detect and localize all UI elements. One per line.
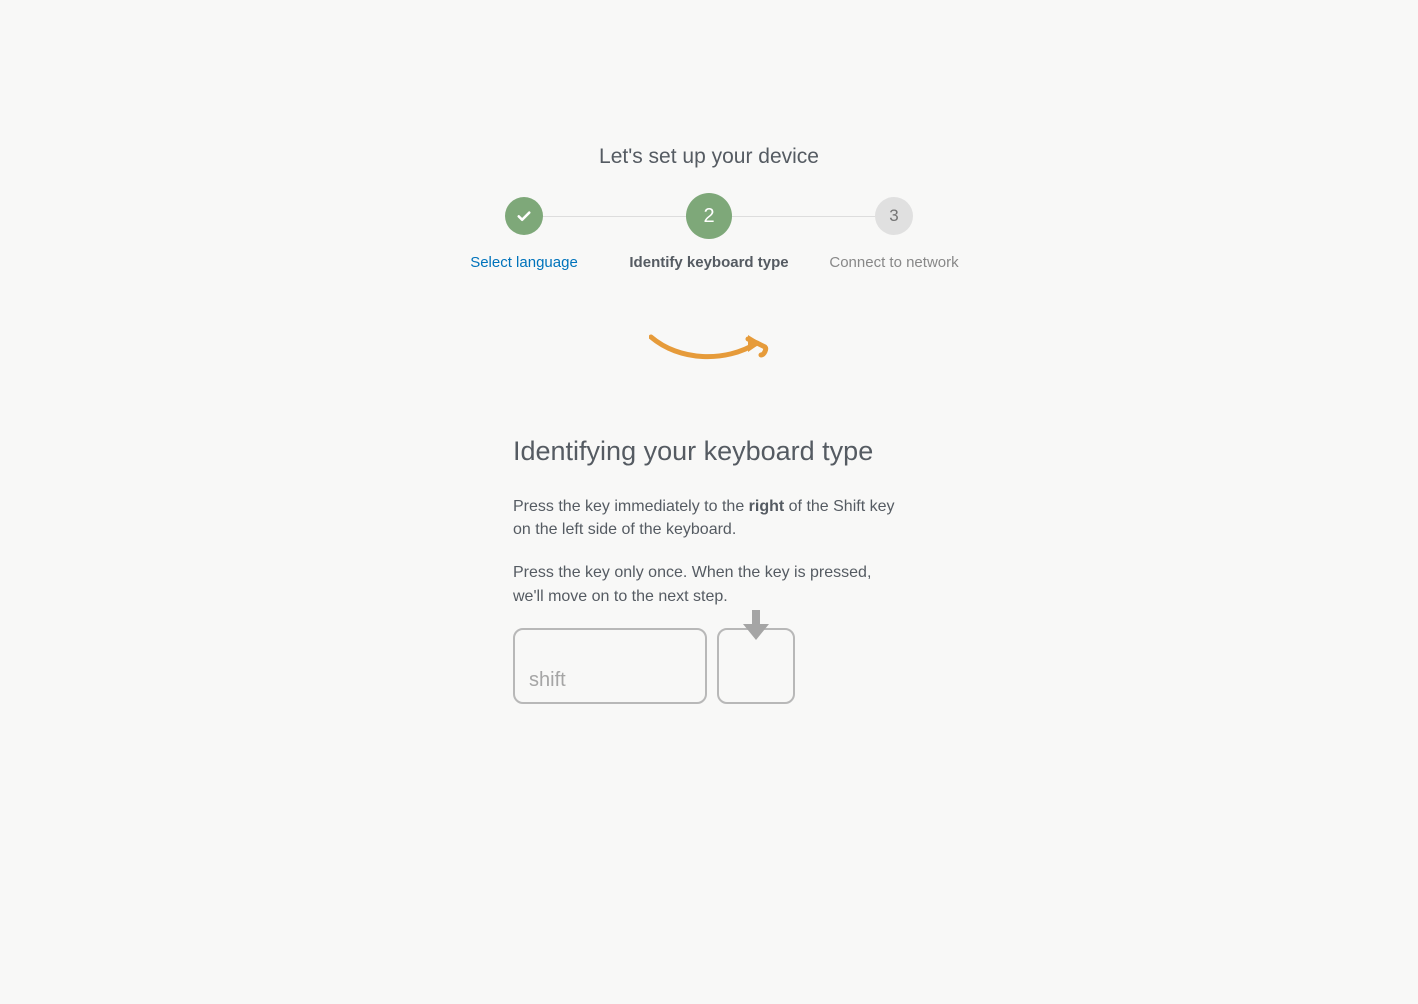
text: Press the key immediately to the (513, 498, 749, 515)
amazon-smile-icon (649, 333, 769, 374)
step-identify-keyboard: 2 Identify keyboard type (644, 197, 774, 271)
keyboard-illustration: shift (513, 628, 905, 704)
step-connect-network: 3 Connect to network (829, 197, 959, 271)
key-label: shift (529, 669, 566, 692)
step-label: Connect to network (829, 254, 958, 271)
step-number-icon: 3 (875, 197, 913, 235)
arrow-down-icon (743, 610, 769, 647)
step-label[interactable]: Select language (470, 254, 578, 271)
checkmark-icon (505, 197, 543, 235)
step-number-icon: 2 (686, 193, 732, 239)
instruction-text: Press the key immediately to the right o… (513, 495, 905, 541)
content-heading: Identifying your keyboard type (513, 436, 905, 467)
stepper: Select language 2 Identify keyboard type… (459, 197, 959, 271)
step-select-language[interactable]: Select language (459, 197, 589, 271)
instruction-text: Press the key only once. When the key is… (513, 561, 905, 607)
content-panel: Identifying your keyboard type Press the… (513, 436, 905, 704)
step-label: Identify keyboard type (629, 254, 788, 271)
shift-key-icon: shift (513, 628, 707, 704)
text-bold: right (749, 498, 785, 515)
target-key-icon (717, 628, 795, 704)
page-title: Let's set up your device (599, 145, 819, 169)
